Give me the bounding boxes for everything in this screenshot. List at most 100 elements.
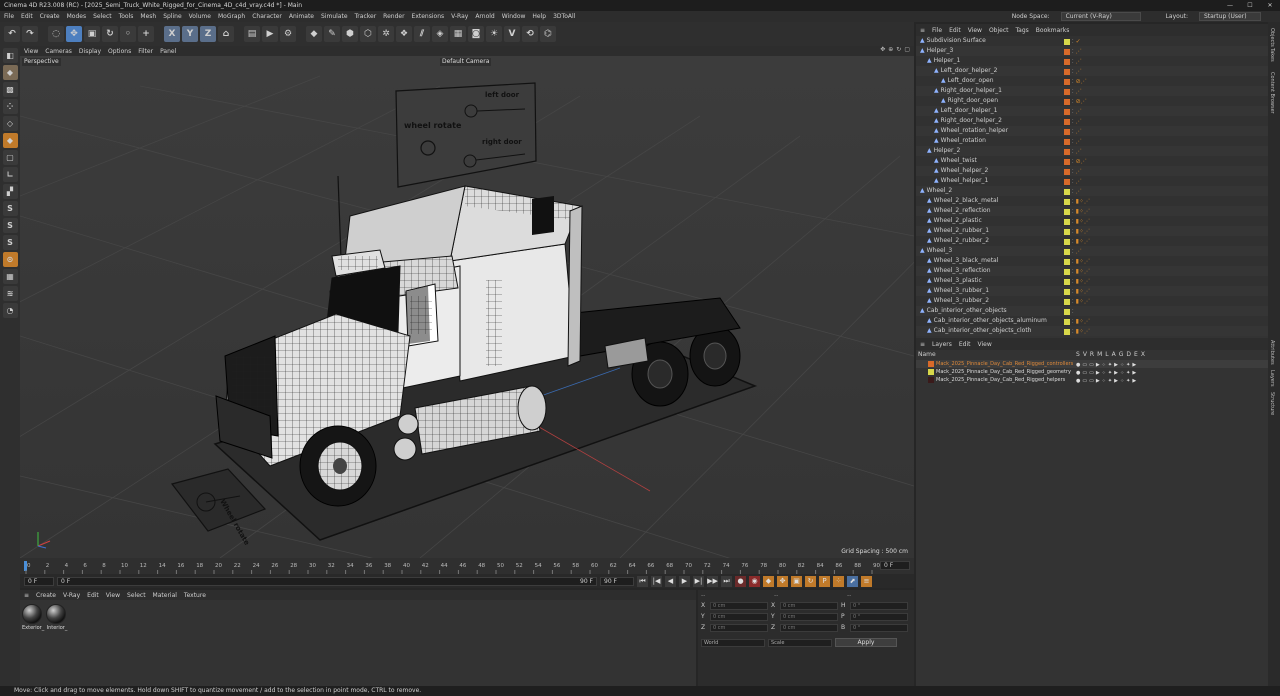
workplane-icon[interactable]: ⊙ [2,252,18,267]
undo-icon[interactable]: ↶ [4,26,20,42]
side-tab-attributes[interactable]: Attributes [1269,340,1275,365]
material-menu-material[interactable]: Material [153,592,177,599]
coord-pos-field[interactable]: 0 cm [710,623,768,632]
side-tab-structure[interactable]: Structure [1269,392,1275,415]
layer-color-swatch[interactable] [928,361,934,367]
coord-space-dropdown[interactable]: World [701,638,765,647]
layer-color-swatch[interactable] [1064,129,1070,135]
object-row[interactable]: ▲ Wheel_2 ⁚ ⋰ [916,186,1268,196]
object-row[interactable]: ▲ Wheel_2_plastic ⁚ ▮⁘⋰ [916,216,1268,226]
lock-icon[interactable]: ◔ [2,303,18,318]
layer-color-swatch[interactable] [1064,289,1070,295]
field-icon[interactable]: ◈ [432,26,448,42]
menu-item-create[interactable]: Create [40,13,60,20]
close-button[interactable]: ✕ [1260,0,1280,11]
layer-menu-view[interactable]: View [978,341,992,348]
layer-color-swatch[interactable] [1064,299,1070,305]
live-select-icon[interactable]: ◌ [48,26,64,42]
coord-size-field[interactable]: 0 cm [780,601,838,610]
layer-color-swatch[interactable] [1064,79,1070,85]
layer-color-swatch[interactable] [1064,279,1070,285]
move-view-icon[interactable]: ✥ [880,46,885,53]
material-manager-menu-icon[interactable]: ≡ [24,592,29,599]
coordinate-system-icon[interactable]: ⌂ [218,26,234,42]
model-mode-icon[interactable]: ◆ [2,65,18,80]
object-row[interactable]: ▲ Helper_2 ⁚ ⋰ [916,146,1268,156]
menu-item-window[interactable]: Window [502,13,526,20]
material-swatch[interactable]: Exterior_ [22,604,44,631]
coord-mode-dropdown[interactable]: Scale [768,638,832,647]
menu-item-select[interactable]: Select [93,13,112,20]
object-menu-object[interactable]: Object [989,27,1009,34]
object-row[interactable]: ▲ Subdivision Surface ⁚ ✓ [916,36,1268,46]
layer-row[interactable]: Mack_2025_Pinnacle_Day_Cab_Red_Rigged_ge… [916,368,1268,376]
layer-toggle-icon[interactable]: ▭ [1089,377,1094,385]
viewport-mode-label[interactable]: Perspective [22,58,61,66]
y-axis-icon[interactable]: Y [182,26,198,42]
add-icon[interactable]: + [138,26,154,42]
object-row[interactable]: ▲ Wheel_2_rubber_2 ⁚ ▮⁘⋰ [916,236,1268,246]
layer-row[interactable]: Mack_2025_Pinnacle_Day_Cab_Red_Rigged_co… [916,360,1268,368]
layer-color-swatch[interactable] [1064,39,1070,45]
move-icon[interactable]: ✥ [66,26,82,42]
camera-icon[interactable]: ◙ [468,26,484,42]
mograph-icon[interactable]: ❖ [396,26,412,42]
menu-item-extensions[interactable]: Extensions [412,13,445,20]
timeline-menu-icon[interactable]: ≡ [861,575,872,587]
vray-icon[interactable]: V [504,26,520,42]
cloner-icon[interactable]: ✲ [378,26,394,42]
object-row[interactable]: ▲ Left_door_open ⁚ ⊘⋰ [916,76,1268,86]
start-frame-field[interactable]: 0 F [24,576,54,586]
object-row[interactable]: ▲ Wheel_2_black_metal ⁚ ▮⁘⋰ [916,196,1268,206]
axis-mode-icon[interactable]: ∟ [2,167,18,182]
apply-button[interactable]: Apply [835,638,897,647]
vray-render-icon[interactable]: ⟲ [522,26,538,42]
layer-color-swatch[interactable] [1064,239,1070,245]
object-row[interactable]: ▲ Left_door_helper_1 ⁚ ⋰ [916,106,1268,116]
go-to-end-icon[interactable]: ⏭ [721,575,732,587]
record-icon[interactable]: ● [735,575,746,587]
layer-row[interactable]: Mack_2025_Pinnacle_Day_Cab_Red_Rigged_he… [916,376,1268,384]
layer-color-swatch[interactable] [1064,219,1070,225]
coord-rot-field[interactable]: 0 ° [850,601,908,610]
z-axis-icon[interactable]: Z [200,26,216,42]
make-editable-icon[interactable]: ◧ [2,48,18,63]
side-tab-takes[interactable]: Takes [1269,48,1275,62]
object-row[interactable]: ▲ Right_door_helper_1 ⁚ ⋰ [916,86,1268,96]
layer-toggle-icon[interactable]: ⁘ [1120,377,1124,385]
layer-color-swatch[interactable] [1064,69,1070,75]
solo-hierarchy-icon[interactable]: S [2,218,18,233]
menu-item-animate[interactable]: Animate [289,13,314,20]
menu-item-arnold[interactable]: Arnold [475,13,494,20]
node-space-dropdown[interactable]: Current (V-Ray) [1060,12,1141,21]
floor-icon[interactable]: ▦ [450,26,466,42]
layer-toggle-icon[interactable]: ⁘ [1102,377,1106,385]
coord-pos-field[interactable]: 0 cm [710,601,768,610]
layer-manager-menu-icon[interactable]: ≡ [920,341,925,348]
object-row[interactable]: ▲ Helper_1 ⁚ ⋰ [916,56,1268,66]
menu-item-vray[interactable]: V-Ray [451,13,468,20]
layer-toggle-icon[interactable]: ▶ [1132,377,1136,385]
layer-toggle-icon[interactable]: ✦ [1108,377,1112,385]
side-tab-objects[interactable]: Objects [1269,28,1275,47]
layer-color-swatch[interactable] [1064,309,1070,315]
zoom-view-icon[interactable]: ⊕ [888,46,893,53]
object-row[interactable]: ▲ Wheel_3_rubber_2 ⁚ ▮⁘⋰ [916,296,1268,306]
object-menu-bookmarks[interactable]: Bookmarks [1036,27,1070,34]
object-row[interactable]: ▲ Cab_interior_other_objects_cloth ⁚ ▮⁘⋰ [916,326,1268,336]
menu-item-character[interactable]: Character [252,13,282,20]
layer-color-swatch[interactable] [1064,319,1070,325]
menu-item-mesh[interactable]: Mesh [140,13,156,20]
x-axis-icon[interactable]: X [164,26,180,42]
object-row[interactable]: ▲ Wheel_3_plastic ⁚ ▮⁘⋰ [916,276,1268,286]
snap-icon[interactable]: ▞ [2,184,18,199]
menu-item-3dtoall[interactable]: 3DToAll [553,13,575,20]
viewport-menu-cameras[interactable]: Cameras [45,48,72,55]
timeline-ruler[interactable]: 0 2 4 6 8 10 12 14 16 18 20 22 24 26 28 30 32 34 36 38 40 42 4… [20,558,914,574]
side-tab-content-browser[interactable]: Content Browser [1269,72,1275,114]
layer-color-swatch[interactable] [928,377,934,383]
viewport-menu-options[interactable]: Options [108,48,131,55]
object-menu-view[interactable]: View [968,27,982,34]
light-icon[interactable]: ☀ [486,26,502,42]
layer-color-swatch[interactable] [1064,99,1070,105]
